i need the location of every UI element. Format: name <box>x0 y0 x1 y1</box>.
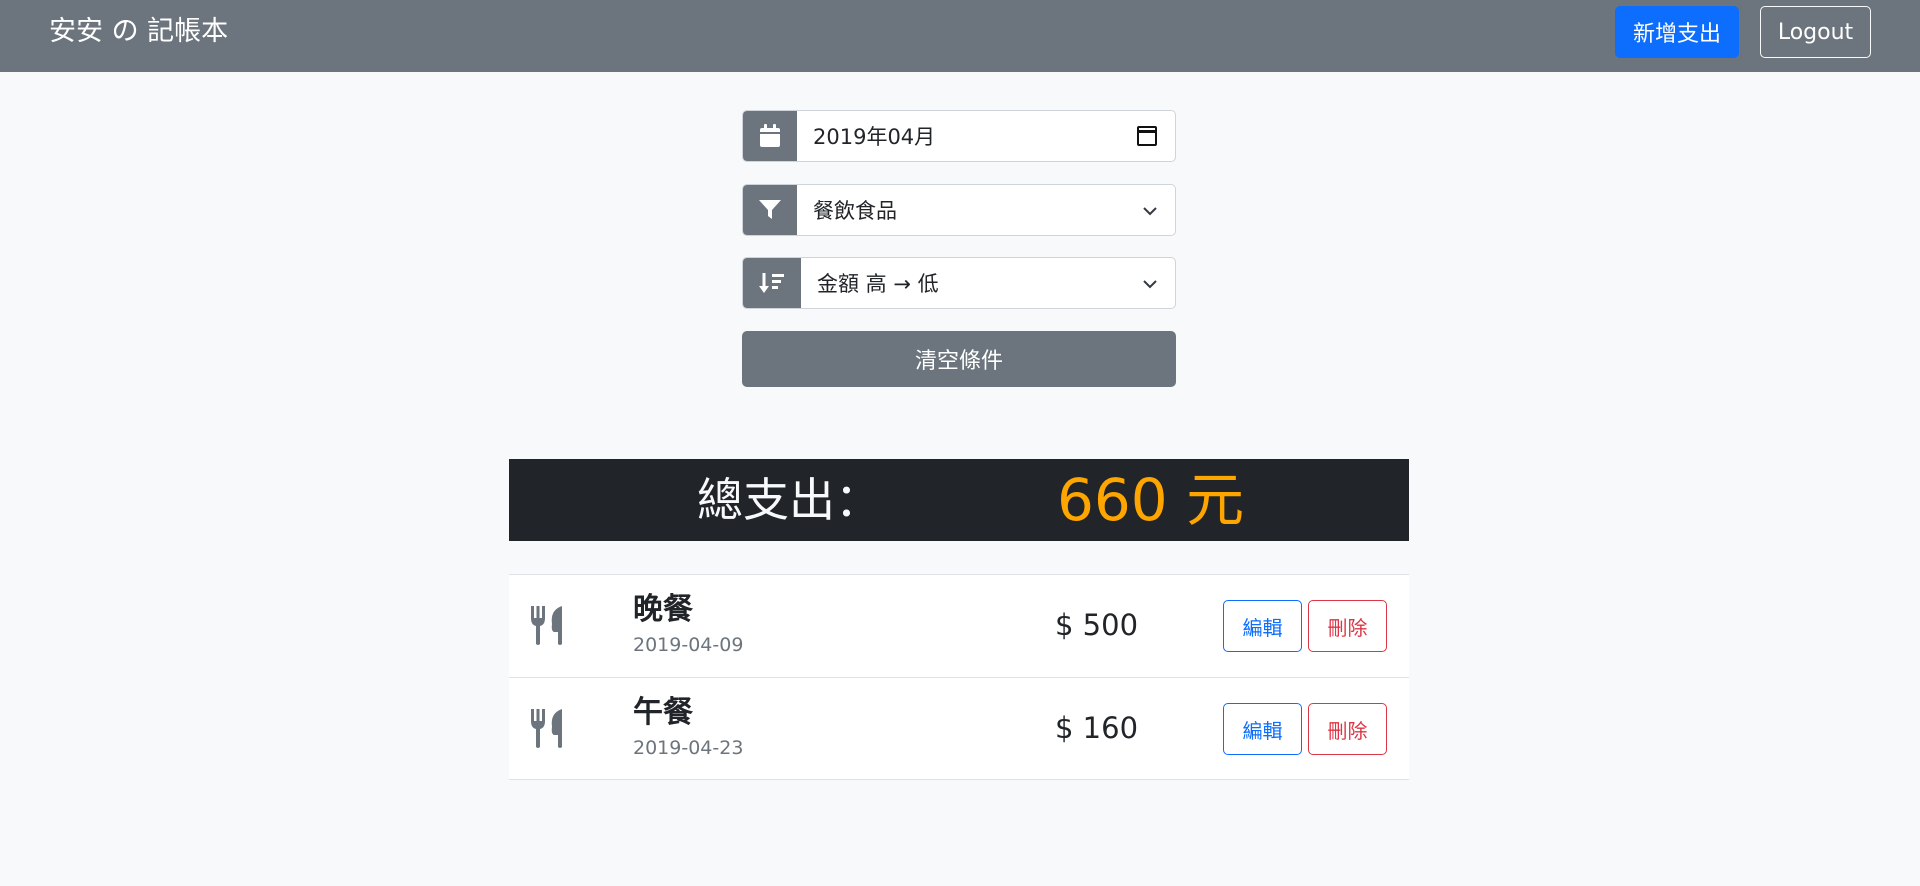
category-select-value: 餐飲食品 <box>813 199 897 223</box>
new-expense-button[interactable]: 新增支出 <box>1615 6 1739 58</box>
total-label: 總支出： <box>697 473 881 527</box>
navbar: 安安 の 記帳本 新增支出 Logout <box>0 0 1920 72</box>
total-amount: 660 元 <box>1057 466 1245 534</box>
utensils-icon <box>529 709 565 749</box>
sort-filter-group: 金額 高 → 低 <box>742 257 1176 309</box>
delete-button[interactable]: 刪除 <box>1308 703 1387 755</box>
record-row: 晚餐 2019-04-09 $ 500 編輯 刪除 <box>509 574 1409 677</box>
app-brand[interactable]: 安安 の 記帳本 <box>49 14 228 50</box>
sort-select-value: 金額 高 → 低 <box>817 272 939 296</box>
clear-filters-button[interactable]: 清空條件 <box>742 331 1176 387</box>
edit-button[interactable]: 編輯 <box>1223 703 1302 755</box>
record-date: 2019-04-09 <box>633 634 744 656</box>
calendar-icon <box>743 111 797 161</box>
month-input[interactable]: 2019年04月 <box>797 111 1175 161</box>
record-row: 午餐 2019-04-23 $ 160 編輯 刪除 <box>509 677 1409 780</box>
chevron-down-icon <box>1143 201 1157 220</box>
calendar-picker-icon[interactable] <box>1137 126 1157 146</box>
record-name: 晚餐 <box>633 592 693 627</box>
sort-select[interactable]: 金額 高 → 低 <box>801 258 1175 308</box>
total-expense-bar: 總支出： 660 元 <box>509 459 1409 541</box>
utensils-icon <box>529 606 565 646</box>
record-amount: $ 160 <box>1055 711 1139 745</box>
record-amount: $ 500 <box>1055 608 1139 642</box>
month-input-value: 2019年04月 <box>813 125 936 149</box>
category-filter-group: 餐飲食品 <box>742 184 1176 236</box>
category-select[interactable]: 餐飲食品 <box>797 185 1175 235</box>
delete-button[interactable]: 刪除 <box>1308 600 1387 652</box>
sort-amount-down-icon <box>743 258 801 308</box>
chevron-down-icon <box>1143 274 1157 293</box>
filter-icon <box>743 185 797 235</box>
logout-button[interactable]: Logout <box>1760 6 1871 58</box>
month-filter-group: 2019年04月 <box>742 110 1176 162</box>
edit-button[interactable]: 編輯 <box>1223 600 1302 652</box>
record-name: 午餐 <box>633 695 693 730</box>
record-date: 2019-04-23 <box>633 737 744 759</box>
